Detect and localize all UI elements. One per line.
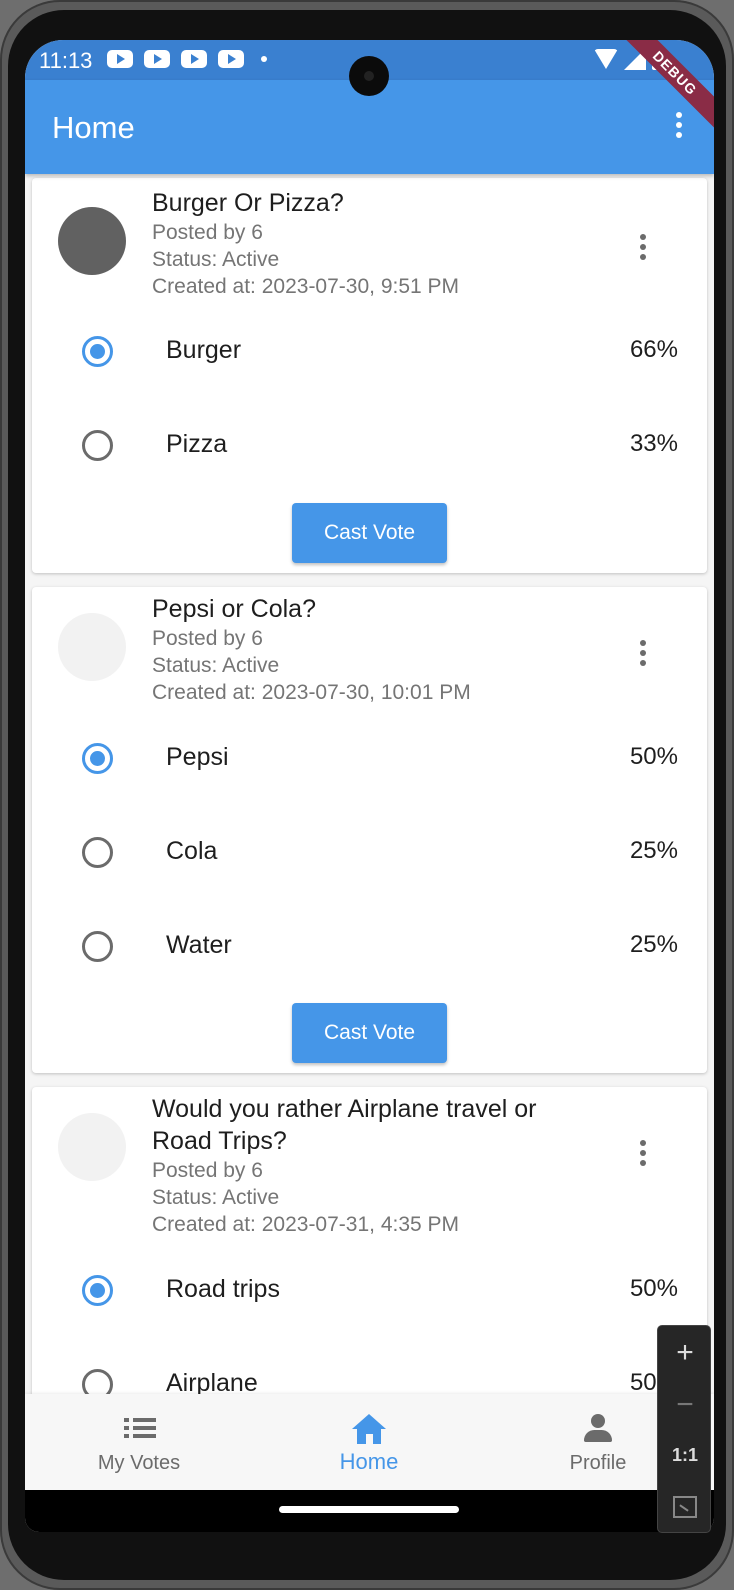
zoom-in-button[interactable]: + xyxy=(658,1328,712,1378)
youtube-notification-icon xyxy=(181,50,207,68)
avatar xyxy=(58,207,126,275)
list-icon xyxy=(124,1418,156,1440)
option-label: Airplane xyxy=(166,1369,258,1394)
cast-vote-button[interactable]: Cast Vote xyxy=(292,1003,447,1063)
poll-option[interactable]: Road trips 50% xyxy=(32,1261,707,1321)
radio-button[interactable] xyxy=(82,336,113,367)
radio-button[interactable] xyxy=(82,931,113,962)
option-label: Water xyxy=(166,931,232,959)
poll-option[interactable]: Pepsi 50% xyxy=(32,729,707,789)
radio-button[interactable] xyxy=(82,1369,113,1394)
poll-status: Status: Active xyxy=(152,654,280,677)
poll-option[interactable]: Burger 66% xyxy=(32,322,707,382)
poll-title: Would you rather Airplane travel or Road… xyxy=(152,1095,537,1155)
poll-posted-by: Posted by 6 xyxy=(152,1159,263,1182)
youtube-notification-icon xyxy=(218,50,244,68)
poll-posted-by: Posted by 6 xyxy=(152,221,263,244)
more-notifications-dot-icon xyxy=(261,56,267,62)
poll-option[interactable]: Airplane 50% xyxy=(32,1355,707,1394)
poll-option[interactable]: Water 25% xyxy=(32,917,707,977)
emulator-zoom-controls: + − 1:1 xyxy=(657,1325,711,1533)
option-label: Road trips xyxy=(166,1275,280,1303)
nav-item-my-votes[interactable]: My Votes xyxy=(49,1394,229,1490)
radio-button[interactable] xyxy=(82,743,113,774)
radio-button[interactable] xyxy=(82,837,113,868)
option-percent: 50% xyxy=(629,1275,678,1302)
notification-icons xyxy=(107,50,267,68)
youtube-notification-icon xyxy=(107,50,133,68)
page-title: Home xyxy=(52,110,135,145)
more-vert-icon[interactable] xyxy=(640,640,646,666)
more-vert-icon[interactable] xyxy=(674,112,684,142)
option-label: Pizza xyxy=(166,430,228,458)
option-percent: 50% xyxy=(629,743,678,770)
avatar xyxy=(58,613,126,681)
option-label: Burger xyxy=(166,336,242,364)
home-icon xyxy=(352,1414,386,1444)
zoom-out-button[interactable]: − xyxy=(658,1380,712,1430)
fit-screen-button[interactable] xyxy=(658,1482,712,1532)
poll-option[interactable]: Pizza 33% xyxy=(32,416,707,476)
nav-item-home[interactable]: Home xyxy=(279,1394,459,1490)
bottom-navigation: My Votes Home Profile xyxy=(25,1394,714,1490)
person-icon xyxy=(583,1414,613,1444)
poll-option[interactable]: Cola 25% xyxy=(32,823,707,883)
more-vert-icon[interactable] xyxy=(640,1140,646,1166)
home-indicator[interactable] xyxy=(279,1506,459,1513)
option-label: Cola xyxy=(166,837,218,865)
poll-status: Status: Active xyxy=(152,1186,280,1209)
poll-card: Burger Or Pizza? Posted by 6 Status: Act… xyxy=(32,178,707,573)
poll-status: Status: Active xyxy=(152,248,280,271)
option-percent: 25% xyxy=(629,931,678,958)
poll-feed[interactable]: Burger Or Pizza? Posted by 6 Status: Act… xyxy=(25,174,714,1394)
option-percent: 25% xyxy=(629,837,678,864)
avatar xyxy=(58,1113,126,1181)
radio-button[interactable] xyxy=(82,430,113,461)
option-label: Pepsi xyxy=(166,743,229,771)
gesture-navigation-bar xyxy=(25,1490,714,1532)
youtube-notification-icon xyxy=(144,50,170,68)
nav-label: Home xyxy=(339,1449,399,1474)
nav-label: My Votes xyxy=(97,1452,181,1474)
fit-screen-icon xyxy=(673,1496,697,1518)
more-vert-icon[interactable] xyxy=(640,234,646,260)
poll-created-at: Created at: 2023-07-30, 9:51 PM xyxy=(152,275,460,298)
cast-vote-button[interactable]: Cast Vote xyxy=(292,503,447,563)
front-camera xyxy=(349,56,389,96)
status-time: 11:13 xyxy=(39,48,93,73)
option-percent: 66% xyxy=(629,336,678,363)
poll-created-at: Created at: 2023-07-31, 4:35 PM xyxy=(152,1213,460,1236)
poll-card: Pepsi or Cola? Posted by 6 Status: Activ… xyxy=(32,587,707,1073)
poll-created-at: Created at: 2023-07-30, 10:01 PM xyxy=(152,681,471,704)
actual-size-button[interactable]: 1:1 xyxy=(658,1430,712,1480)
poll-card: Would you rather Airplane travel or Road… xyxy=(32,1087,707,1394)
poll-posted-by: Posted by 6 xyxy=(152,627,263,650)
poll-title: Burger Or Pizza? xyxy=(152,189,344,217)
screen: 11:13 DEBUG Home Burger Or Pizza? Posted… xyxy=(25,40,714,1532)
option-percent: 33% xyxy=(629,430,678,457)
poll-title: Pepsi or Cola? xyxy=(152,595,316,623)
radio-button[interactable] xyxy=(82,1275,113,1306)
wifi-icon xyxy=(594,49,618,69)
